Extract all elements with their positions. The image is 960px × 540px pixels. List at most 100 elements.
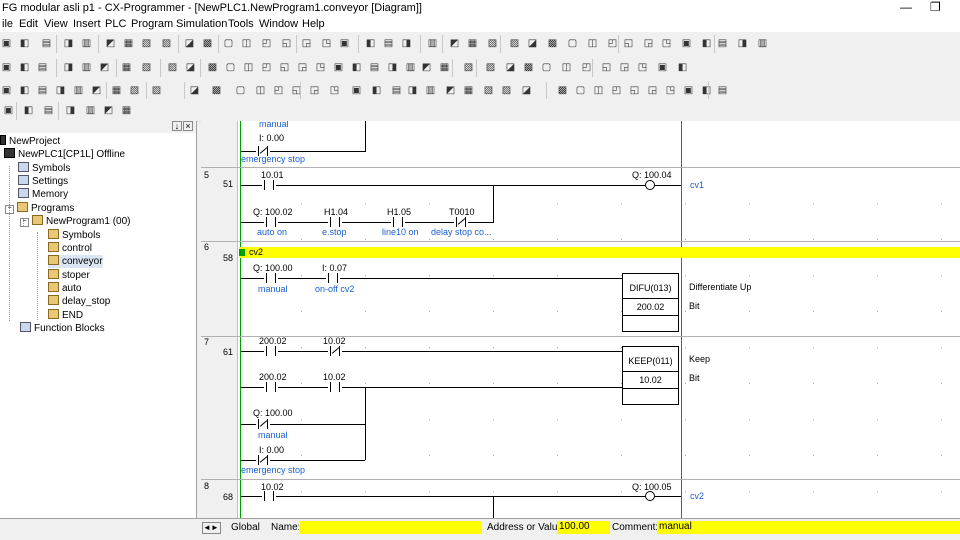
toolbar-button-icon[interactable]: ◩ <box>448 37 461 50</box>
tree-item-section-end[interactable]: END <box>48 309 83 322</box>
tree-item-section-control[interactable]: control <box>48 242 92 255</box>
toolbar-button-icon[interactable]: ◱ <box>628 84 641 97</box>
toolbar-button-icon[interactable]: ◨ <box>386 61 399 74</box>
toolbar-button-icon[interactable]: ◧ <box>22 104 35 117</box>
toolbar-button-icon[interactable]: ◪ <box>526 37 539 50</box>
toolbar-button-icon[interactable]: ▤ <box>368 61 381 74</box>
toolbar-button-icon[interactable]: ◧ <box>18 37 31 50</box>
toolbar-button-icon[interactable]: ◧ <box>700 84 713 97</box>
toolbar-button-icon[interactable]: ◪ <box>188 84 201 97</box>
toolbar-button-icon[interactable]: ◨ <box>62 61 75 74</box>
toolbar-button-icon[interactable]: ◰ <box>272 84 285 97</box>
toolbar-button-icon[interactable]: ▣ <box>680 37 693 50</box>
contact-no[interactable] <box>264 382 278 392</box>
toolbar-button-icon[interactable]: ◳ <box>314 61 327 74</box>
toolbar-button-icon[interactable]: ▤ <box>382 37 395 50</box>
toolbar-button-icon[interactable]: ◲ <box>618 61 631 74</box>
toolbar-button-icon[interactable]: ▦ <box>120 61 133 74</box>
toolbar-button-icon[interactable]: ▨ <box>500 84 513 97</box>
contact-no[interactable] <box>264 217 278 227</box>
tree-item-plc[interactable]: NewPLC1[CP1L] Offline <box>4 148 125 161</box>
toolbar-button-icon[interactable]: ▥ <box>80 61 93 74</box>
toolbar-button-icon[interactable]: ◧ <box>18 84 31 97</box>
toolbar-button-icon[interactable]: ▥ <box>756 37 769 50</box>
contact-no[interactable] <box>262 180 276 190</box>
ladder-diagram[interactable]: 5 51 6 58 7 61 8 68 manual I: 0.00 emerg… <box>201 121 960 518</box>
toolbar-button-icon[interactable]: ▤ <box>40 37 53 50</box>
toolbar-button-icon[interactable]: ▧ <box>128 84 141 97</box>
toolbar-button-icon[interactable]: ◨ <box>62 37 75 50</box>
toolbar-button-icon[interactable]: ▣ <box>332 61 345 74</box>
toolbar-button-icon[interactable]: ◲ <box>308 84 321 97</box>
toolbar-button-icon[interactable]: ◳ <box>664 84 677 97</box>
toolbar-button-icon[interactable]: ◱ <box>278 61 291 74</box>
toolbar-button-icon[interactable]: ▥ <box>72 84 85 97</box>
toolbar-button-icon[interactable]: ◧ <box>364 37 377 50</box>
toolbar-button-icon[interactable]: ▧ <box>462 61 475 74</box>
toolbar-button-icon[interactable]: ◰ <box>260 61 273 74</box>
toolbar-button-icon[interactable]: ▣ <box>350 84 363 97</box>
toolbar-button-icon[interactable]: ◩ <box>104 37 117 50</box>
toolbar-button-icon[interactable]: ▧ <box>140 61 153 74</box>
contact-no[interactable] <box>328 217 342 227</box>
toolbar-button-icon[interactable]: ▢ <box>222 37 235 50</box>
toolbar-button-icon[interactable]: ▤ <box>716 37 729 50</box>
toolbar-button-icon[interactable]: ◲ <box>642 37 655 50</box>
toolbar-button-icon[interactable]: ◪ <box>183 37 196 50</box>
toolbar-button-icon[interactable]: ▩ <box>206 61 219 74</box>
toolbar-button-icon[interactable]: ▥ <box>424 84 437 97</box>
toolbar-button-icon[interactable]: ▢ <box>566 37 579 50</box>
toolbar-button-icon[interactable]: ◫ <box>242 61 255 74</box>
toolbar-button-icon[interactable]: ◲ <box>300 37 313 50</box>
contact-nc[interactable] <box>454 217 468 227</box>
toolbar-button-icon[interactable]: ◧ <box>700 37 713 50</box>
toolbar-button-icon[interactable]: ▩ <box>201 37 214 50</box>
menu-edit[interactable]: Edit <box>19 18 38 30</box>
menu-program[interactable]: Program <box>131 18 173 30</box>
toolbar-button-icon[interactable]: ▢ <box>540 61 553 74</box>
toolbar-button-icon[interactable]: ▤ <box>390 84 403 97</box>
toolbar-button-icon[interactable]: ◱ <box>280 37 293 50</box>
tree-item-memory[interactable]: Memory <box>18 188 68 201</box>
toolbar-button-icon[interactable]: ▣ <box>656 61 669 74</box>
tree-item-program[interactable]: − NewProgram1 (00) <box>20 215 130 228</box>
toolbar-button-icon[interactable]: ▩ <box>522 61 535 74</box>
tree-item-section-auto[interactable]: auto <box>48 282 81 295</box>
scroll-arrows-icon[interactable]: ◄► <box>202 522 221 534</box>
toolbar-button-icon[interactable]: ◲ <box>646 84 659 97</box>
toolbar-button-icon[interactable]: ◫ <box>592 84 605 97</box>
toolbar-button-icon[interactable]: ▣ <box>0 61 13 74</box>
toolbar-button-icon[interactable]: ▦ <box>110 84 123 97</box>
keep-instruction[interactable]: KEEP(011) 10.02 <box>622 346 679 405</box>
toolbar-button-icon[interactable]: ▩ <box>210 84 223 97</box>
toolbar-button-icon[interactable]: ◫ <box>254 84 267 97</box>
menu-window[interactable]: Window <box>259 18 298 30</box>
toolbar-button-icon[interactable]: ◩ <box>444 84 457 97</box>
difu-instruction[interactable]: DIFU(013) 200.02 <box>622 273 679 332</box>
comment-field[interactable]: manual <box>657 521 960 534</box>
toolbar-button-icon[interactable]: ▦ <box>122 37 135 50</box>
toolbar-button-icon[interactable]: ◫ <box>586 37 599 50</box>
toolbar-button-icon[interactable]: ◨ <box>736 37 749 50</box>
toolbar-button-icon[interactable]: ▣ <box>0 37 13 50</box>
tree-item-function-blocks[interactable]: Function Blocks <box>20 322 105 335</box>
toolbar-button-icon[interactable]: ▤ <box>36 84 49 97</box>
toolbar-button-icon[interactable]: ▥ <box>80 37 93 50</box>
toolbar-button-icon[interactable]: ◨ <box>406 84 419 97</box>
rung-comment-bar[interactable]: cv2 <box>239 247 960 258</box>
toolbar-button-icon[interactable]: ▥ <box>84 104 97 117</box>
tree-item-section-conveyor[interactable]: conveyor <box>48 255 103 268</box>
toolbar-button-icon[interactable]: ◰ <box>260 37 273 50</box>
tree-item-programs[interactable]: − Programs <box>5 202 74 215</box>
name-field[interactable] <box>299 521 482 534</box>
toolbar-button-icon[interactable]: ▤ <box>36 61 49 74</box>
toolbar-button-icon[interactable]: ◱ <box>290 84 303 97</box>
toolbar-button-icon[interactable]: ▩ <box>546 37 559 50</box>
contact-nc[interactable] <box>256 419 270 429</box>
contact-no[interactable] <box>262 491 276 501</box>
toolbar-button-icon[interactable]: ▨ <box>484 61 497 74</box>
minimize-button[interactable]: — <box>900 0 912 14</box>
toolbar-button-icon[interactable]: ◰ <box>610 84 623 97</box>
toolbar-button-icon[interactable]: ◨ <box>64 104 77 117</box>
toolbar-button-icon[interactable]: ◫ <box>560 61 573 74</box>
